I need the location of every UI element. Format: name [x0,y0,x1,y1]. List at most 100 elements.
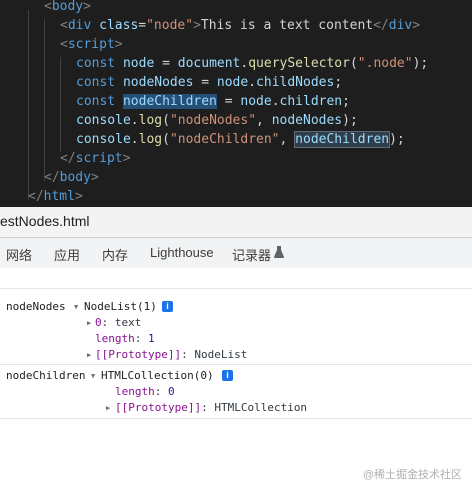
expand-triangle-icon[interactable]: ▶ [87,315,91,331]
code-token: div [67,18,92,33]
code-token: > [74,189,83,204]
code-token: body [59,170,91,185]
code-token: const [76,56,116,71]
code-token: html [43,189,75,204]
code-token: This is a text content [200,18,374,33]
expand-triangle-icon[interactable]: ▼ [91,368,95,384]
code-token: ( [162,113,170,128]
log-label: nodeNodes [6,300,66,313]
code-token: > [122,151,131,166]
code-token: "node" [146,18,194,33]
code-token: const [76,75,116,90]
prop-value: 1 [148,332,155,345]
prop-value: 0 [168,385,175,398]
code-token: > [412,18,421,33]
code-token: div [388,18,413,33]
code-line[interactable]: console.log("nodeNodes", nodeNodes); [76,111,358,130]
code-token: . [130,113,139,128]
code-line[interactable]: </body> [44,168,99,187]
code-token: nodeNodes [122,75,194,90]
tab-memory[interactable]: 内存 [102,245,128,264]
prop-value: NodeList [194,348,248,361]
code-token: ); [342,113,358,128]
tab-network[interactable]: 网络 [6,245,32,264]
code-token: </ [28,189,44,204]
expand-triangle-icon[interactable]: ▼ [74,299,78,315]
code-token: < [60,37,68,52]
code-token: script [67,37,115,52]
log-label: nodeChildren [6,369,86,382]
watermark: @稀土掘金技术社区 [362,469,462,481]
info-icon[interactable]: i [222,370,233,381]
devtools-tab-bar: 网络 应用 内存 Lighthouse 记录器 [0,238,472,269]
code-token: = [138,18,147,33]
code-token: children [279,94,343,109]
tab-recorder[interactable]: 记录器 [232,245,271,264]
code-token: . [248,75,257,90]
indent-guide [60,57,61,152]
code-token: ( [349,56,358,71]
code-token: = [216,94,241,109]
divider [0,288,472,289]
code-line[interactable]: const node = document.querySelector(".no… [76,54,428,73]
tab-lighthouse[interactable]: Lighthouse [150,245,214,260]
prop-row[interactable]: [[Prototype]]: NodeList [95,347,247,363]
code-line[interactable]: <script> [60,35,123,54]
prop-key: [[Prototype]] [115,401,202,414]
code-token: = [193,75,217,90]
code-token: < [60,18,68,33]
code-token: > [83,0,91,14]
line-gutter [0,0,10,207]
code-token: </ [60,151,76,166]
file-tab[interactable]: estNodes.html [0,213,89,229]
code-token: = [154,56,178,71]
code-token: console [76,113,131,128]
code-line[interactable]: </html> [28,187,83,206]
code-token: childNodes [256,75,335,90]
code-token: < [44,0,52,14]
log-summary[interactable]: HTMLCollection(0) [101,368,214,384]
info-icon[interactable]: i [162,301,173,312]
prop-key: [[Prototype]] [95,348,182,361]
code-token: </ [373,18,389,33]
prop-row[interactable]: [[Prototype]]: HTMLCollection [115,400,307,416]
code-token: log [138,113,163,128]
divider [0,364,472,365]
code-line[interactable]: const nodeChildren = node.children; [76,92,350,111]
code-line[interactable]: const nodeNodes = node.childNodes; [76,73,342,92]
code-line[interactable]: <div class="node">This is a text content… [60,16,420,35]
expand-triangle-icon[interactable]: ▶ [87,347,91,363]
code-token: ".node" [357,56,413,71]
code-token: </ [44,170,60,185]
code-token: ; [342,94,350,109]
code-line[interactable]: <body> [44,0,91,16]
prop-row: length: 1 [95,332,155,345]
divider [0,418,472,419]
code-token: nodeNodes [271,113,343,128]
code-token: querySelector [248,56,350,71]
code-token: > [90,170,99,185]
prop-key: length [95,332,135,345]
prop-key: length [115,385,155,398]
code-token: class [99,18,139,33]
log-summary[interactable]: NodeList(1) [84,299,157,315]
code-editor[interactable]: <body> <div class="node">This is a text c… [0,0,472,207]
code-token: ( [162,132,170,147]
code-token: ); [412,56,429,71]
code-token: nodeChildren [122,94,217,109]
indent-guide [44,19,45,181]
code-token: "nodeChildren" [169,132,280,147]
flask-icon [274,246,284,258]
prop-value: text [114,316,142,329]
code-token: nodeChildren [294,131,391,148]
code-line[interactable]: </script> [60,149,130,168]
expand-triangle-icon[interactable]: ▶ [106,400,110,416]
code-token: const [76,94,116,109]
prop-row[interactable]: 0: text [95,315,141,331]
code-token: . [130,132,139,147]
code-token: "nodeNodes" [169,113,257,128]
code-line[interactable]: console.log("nodeChildren", nodeChildren… [76,130,405,149]
tab-application[interactable]: 应用 [54,245,80,264]
